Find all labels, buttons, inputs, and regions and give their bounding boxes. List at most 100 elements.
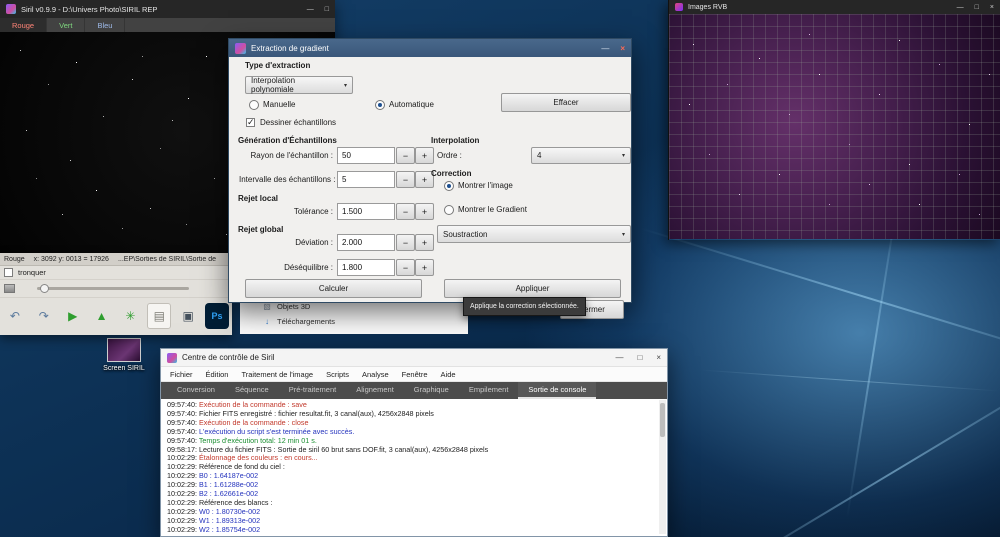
maximize-icon[interactable]: □	[637, 353, 642, 362]
rvb-titlebar[interactable]: Images RVB — □ ×	[669, 0, 1000, 14]
zoom-slider[interactable]	[37, 284, 189, 293]
menu-aide[interactable]: Aide	[441, 370, 456, 379]
starfield	[0, 32, 1, 33]
script-icon[interactable]: ▤	[147, 302, 172, 329]
interval-input[interactable]: 5	[337, 171, 395, 188]
menu-fichier[interactable]: Fichier	[170, 370, 193, 379]
unbalance-label: Déséquilibre :	[284, 263, 333, 272]
radius-increment-button[interactable]: +	[415, 147, 434, 164]
slider-handle[interactable]	[40, 284, 49, 293]
radius-input[interactable]: 50	[337, 147, 395, 164]
histogram-icon[interactable]: ▲	[90, 303, 114, 329]
apply-tooltip: Applique la correction sélectionnée.	[463, 297, 586, 316]
unbalance-increment-button[interactable]: +	[415, 259, 434, 276]
star-detection-icon[interactable]: ✳	[119, 303, 143, 329]
dialog-app-icon	[235, 42, 246, 54]
dialog-titlebar[interactable]: Extraction de gradient — ×	[229, 39, 631, 57]
rvb-image-display[interactable]	[669, 14, 1000, 239]
desktop-icon-screen-siril[interactable]: Screen SIRIL	[96, 338, 152, 372]
menu-bar: Fichier Édition Traitement de l'image Scrip…	[161, 367, 667, 382]
console-line: 10:02:29: W2 : 1.85754e-002	[167, 524, 261, 534]
interpolation-dropdown[interactable]: Interpolation polynomiale ▾	[245, 76, 353, 94]
minimize-icon[interactable]: —	[615, 353, 623, 362]
show-gradient-radio[interactable]	[444, 205, 454, 215]
truncate-checkbox[interactable]	[4, 268, 13, 277]
close-icon[interactable]: ×	[990, 4, 994, 11]
tab-rouge[interactable]: Rouge	[0, 18, 48, 32]
tab-sequence[interactable]: Séquence	[225, 382, 279, 399]
process-icon[interactable]: ▶	[61, 303, 85, 329]
correction-mode-dropdown[interactable]: Soustraction ▾	[437, 225, 631, 243]
deviation-label: Déviation :	[295, 238, 333, 247]
unbalance-input[interactable]: 1.800	[337, 259, 395, 276]
chevron-down-icon: ▾	[343, 82, 347, 89]
wallpaper-beam	[700, 369, 1000, 392]
minimize-icon[interactable]: —	[601, 44, 609, 53]
tolerance-increment-button[interactable]: +	[415, 203, 434, 220]
photoshop-icon[interactable]: Ps	[205, 302, 229, 329]
automatic-radio-label: Automatique	[389, 100, 434, 109]
interpolation-dropdown-value: Interpolation polynomiale	[251, 76, 296, 94]
deviation-decrement-button[interactable]: −	[396, 234, 415, 251]
channel-tabs: Rouge Vert Bleu	[0, 18, 335, 32]
scrollbar[interactable]	[659, 400, 666, 534]
deviation-input[interactable]: 2.000	[337, 234, 395, 251]
manual-radio[interactable]	[249, 100, 259, 110]
unbalance-decrement-button[interactable]: −	[396, 259, 415, 276]
siril-image-titlebar[interactable]: Siril v0.9.9 - D:\Univers Photo\SIRIL RE…	[0, 0, 335, 18]
wallpaper-beam	[710, 359, 1000, 537]
menu-traitement-de-l-image[interactable]: Traitement de l'image	[241, 370, 313, 379]
redo-icon[interactable]: ↷	[32, 303, 56, 329]
undo-icon[interactable]: ↶	[3, 303, 27, 329]
siril-app-icon	[167, 352, 177, 363]
menu-edition[interactable]: Édition	[206, 370, 229, 379]
radius-decrement-button[interactable]: −	[396, 147, 415, 164]
show-gradient-label: Montrer le Gradient	[458, 205, 527, 214]
close-icon[interactable]: ×	[656, 353, 661, 362]
explorer-item-telechargements[interactable]: ↓ Téléchargements	[240, 314, 468, 329]
gradient-extraction-dialog: Extraction de gradient — × Type d'extrac…	[228, 38, 632, 303]
control-center-titlebar[interactable]: Centre de contrôle de Siril — □ ×	[161, 349, 667, 367]
status-channel: Rouge	[4, 255, 25, 263]
menu-scripts[interactable]: Scripts	[326, 370, 349, 379]
tolerance-decrement-button[interactable]: −	[396, 203, 415, 220]
close-icon[interactable]: ×	[620, 44, 625, 53]
menu-fenetre[interactable]: Fenêtre	[402, 370, 428, 379]
maximize-icon[interactable]: □	[975, 4, 979, 11]
section-interpolation: Interpolation	[431, 136, 480, 145]
display-mode-icon[interactable]	[4, 284, 15, 293]
console-output[interactable]: 09:57:40: Exécution de la commande : sav…	[161, 399, 667, 536]
minimize-icon[interactable]: —	[307, 6, 314, 13]
section-type-extraction: Type d'extraction	[245, 61, 311, 70]
tab-pre-traitement[interactable]: Pré-traitement	[279, 382, 347, 399]
tolerance-label: Tolérance :	[293, 207, 333, 216]
downloads-icon: ↓	[265, 317, 269, 326]
scrollbar-thumb[interactable]	[660, 403, 665, 437]
tab-empilement[interactable]: Empilement	[459, 382, 519, 399]
tab-bar: Conversion Séquence Pré-traitement Aligneme…	[161, 382, 667, 399]
status-coordinates: x: 3092 y: 0013 = 17926	[33, 255, 109, 263]
tolerance-input[interactable]: 1.500	[337, 203, 395, 220]
tab-bleu[interactable]: Bleu	[85, 18, 126, 32]
apply-button[interactable]: Appliquer	[444, 279, 621, 298]
automatic-radio[interactable]	[375, 100, 385, 110]
clear-button[interactable]: Effacer	[501, 93, 631, 112]
tab-conversion[interactable]: Conversion	[167, 382, 225, 399]
snapshot-icon[interactable]: ▣	[176, 303, 200, 329]
deviation-increment-button[interactable]: +	[415, 234, 434, 251]
tab-alignement[interactable]: Alignement	[346, 382, 404, 399]
interval-decrement-button[interactable]: −	[396, 171, 415, 188]
radius-label: Rayon de l'échantillon :	[250, 151, 333, 160]
draw-samples-checkbox[interactable]	[246, 117, 255, 128]
calculate-button[interactable]: Calculer	[245, 279, 422, 298]
show-image-radio[interactable]	[444, 181, 454, 191]
tab-vert[interactable]: Vert	[47, 18, 86, 32]
minimize-icon[interactable]: —	[957, 4, 964, 11]
status-path: ...EP\Sorties de SIRIL\Sortie de	[117, 255, 217, 263]
order-dropdown[interactable]: 4 ▾	[531, 147, 631, 164]
maximize-icon[interactable]: □	[325, 6, 329, 13]
menu-analyse[interactable]: Analyse	[362, 370, 389, 379]
chevron-down-icon: ▾	[621, 231, 625, 238]
tab-sortie-de-console[interactable]: Sortie de console	[518, 382, 597, 399]
tab-graphique[interactable]: Graphique	[404, 382, 459, 399]
